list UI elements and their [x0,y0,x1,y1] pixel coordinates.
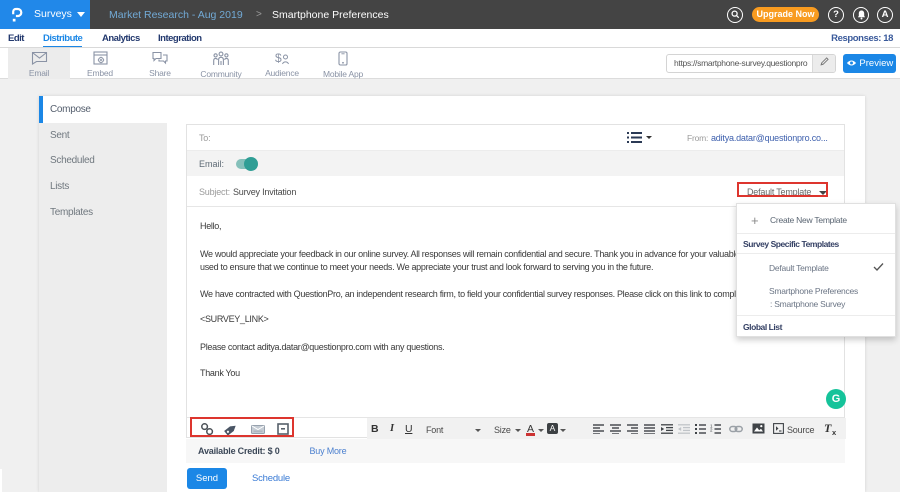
svg-text:2: 2 [710,427,713,432]
svg-text:$: $ [275,51,282,65]
